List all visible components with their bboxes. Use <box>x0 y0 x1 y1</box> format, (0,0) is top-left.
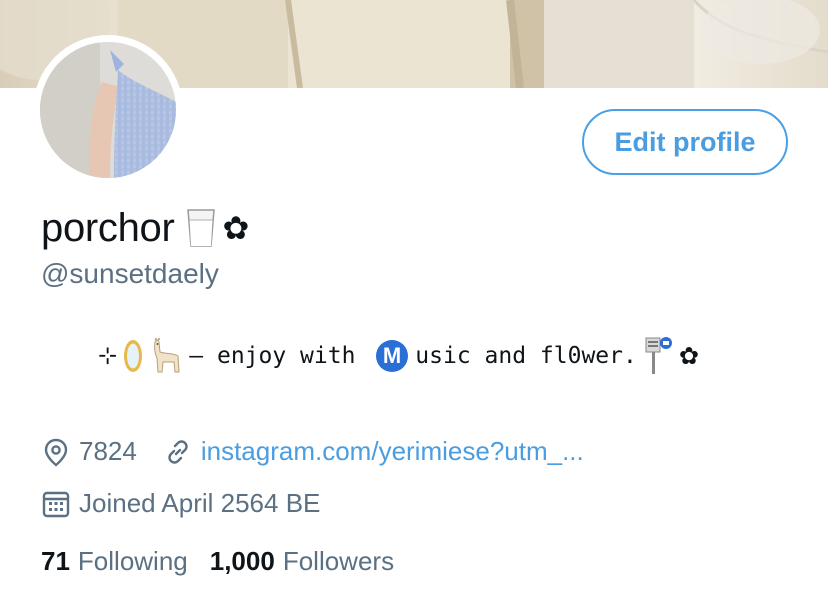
link-icon <box>163 437 193 467</box>
followers-label: Followers <box>282 546 395 576</box>
avatar[interactable] <box>33 35 183 185</box>
milk-glass-icon <box>185 208 217 248</box>
sparkle-glyph: ⊹ <box>98 343 118 369</box>
svg-text:M: M <box>383 343 401 368</box>
metro-icon: M <box>375 339 409 373</box>
display-name: porchor <box>41 205 175 250</box>
following-count: 71 <box>41 546 70 576</box>
llama-icon <box>149 338 183 374</box>
website-link[interactable]: instagram.com/yerimiese?utm_... <box>201 436 584 467</box>
edit-profile-button[interactable]: Edit profile <box>582 109 788 175</box>
followers-link[interactable]: 1,000 Followers <box>210 546 394 577</box>
flower-icon: ✿ <box>222 210 250 246</box>
joined-text: Joined April 2564 BE <box>79 488 321 518</box>
display-name-row: porchor ✿ <box>41 204 249 252</box>
bio-text-part2: usic and fl0wer. <box>415 343 637 369</box>
profile-page: Edit profile porchor ✿ @sunsetdaely ⊹ – … <box>0 0 828 616</box>
location-pin-icon <box>41 437 71 467</box>
joined-row: Joined April 2564 BE <box>41 488 320 519</box>
followers-count: 1,000 <box>209 546 275 576</box>
flower-icon: ✿ <box>678 342 699 370</box>
location-text: 7824 <box>79 436 137 466</box>
mirror-icon <box>123 338 143 374</box>
bus-stop-icon <box>643 336 673 376</box>
calendar-icon <box>41 489 71 519</box>
follow-counts: 71 Following 1,000 Followers <box>41 546 394 577</box>
following-link[interactable]: 71 Following <box>41 546 188 577</box>
user-handle: @sunsetdaely <box>41 258 219 289</box>
following-label: Following <box>77 546 188 576</box>
bio-text-part1: – enjoy with <box>189 343 370 369</box>
avatar-image <box>40 42 176 178</box>
location-link-row: 7824 instagram.com/yerimiese?utm_... <box>41 436 584 467</box>
profile-bio: ⊹ – enjoy with M usic and fl0wer. ✿ <box>98 334 699 378</box>
